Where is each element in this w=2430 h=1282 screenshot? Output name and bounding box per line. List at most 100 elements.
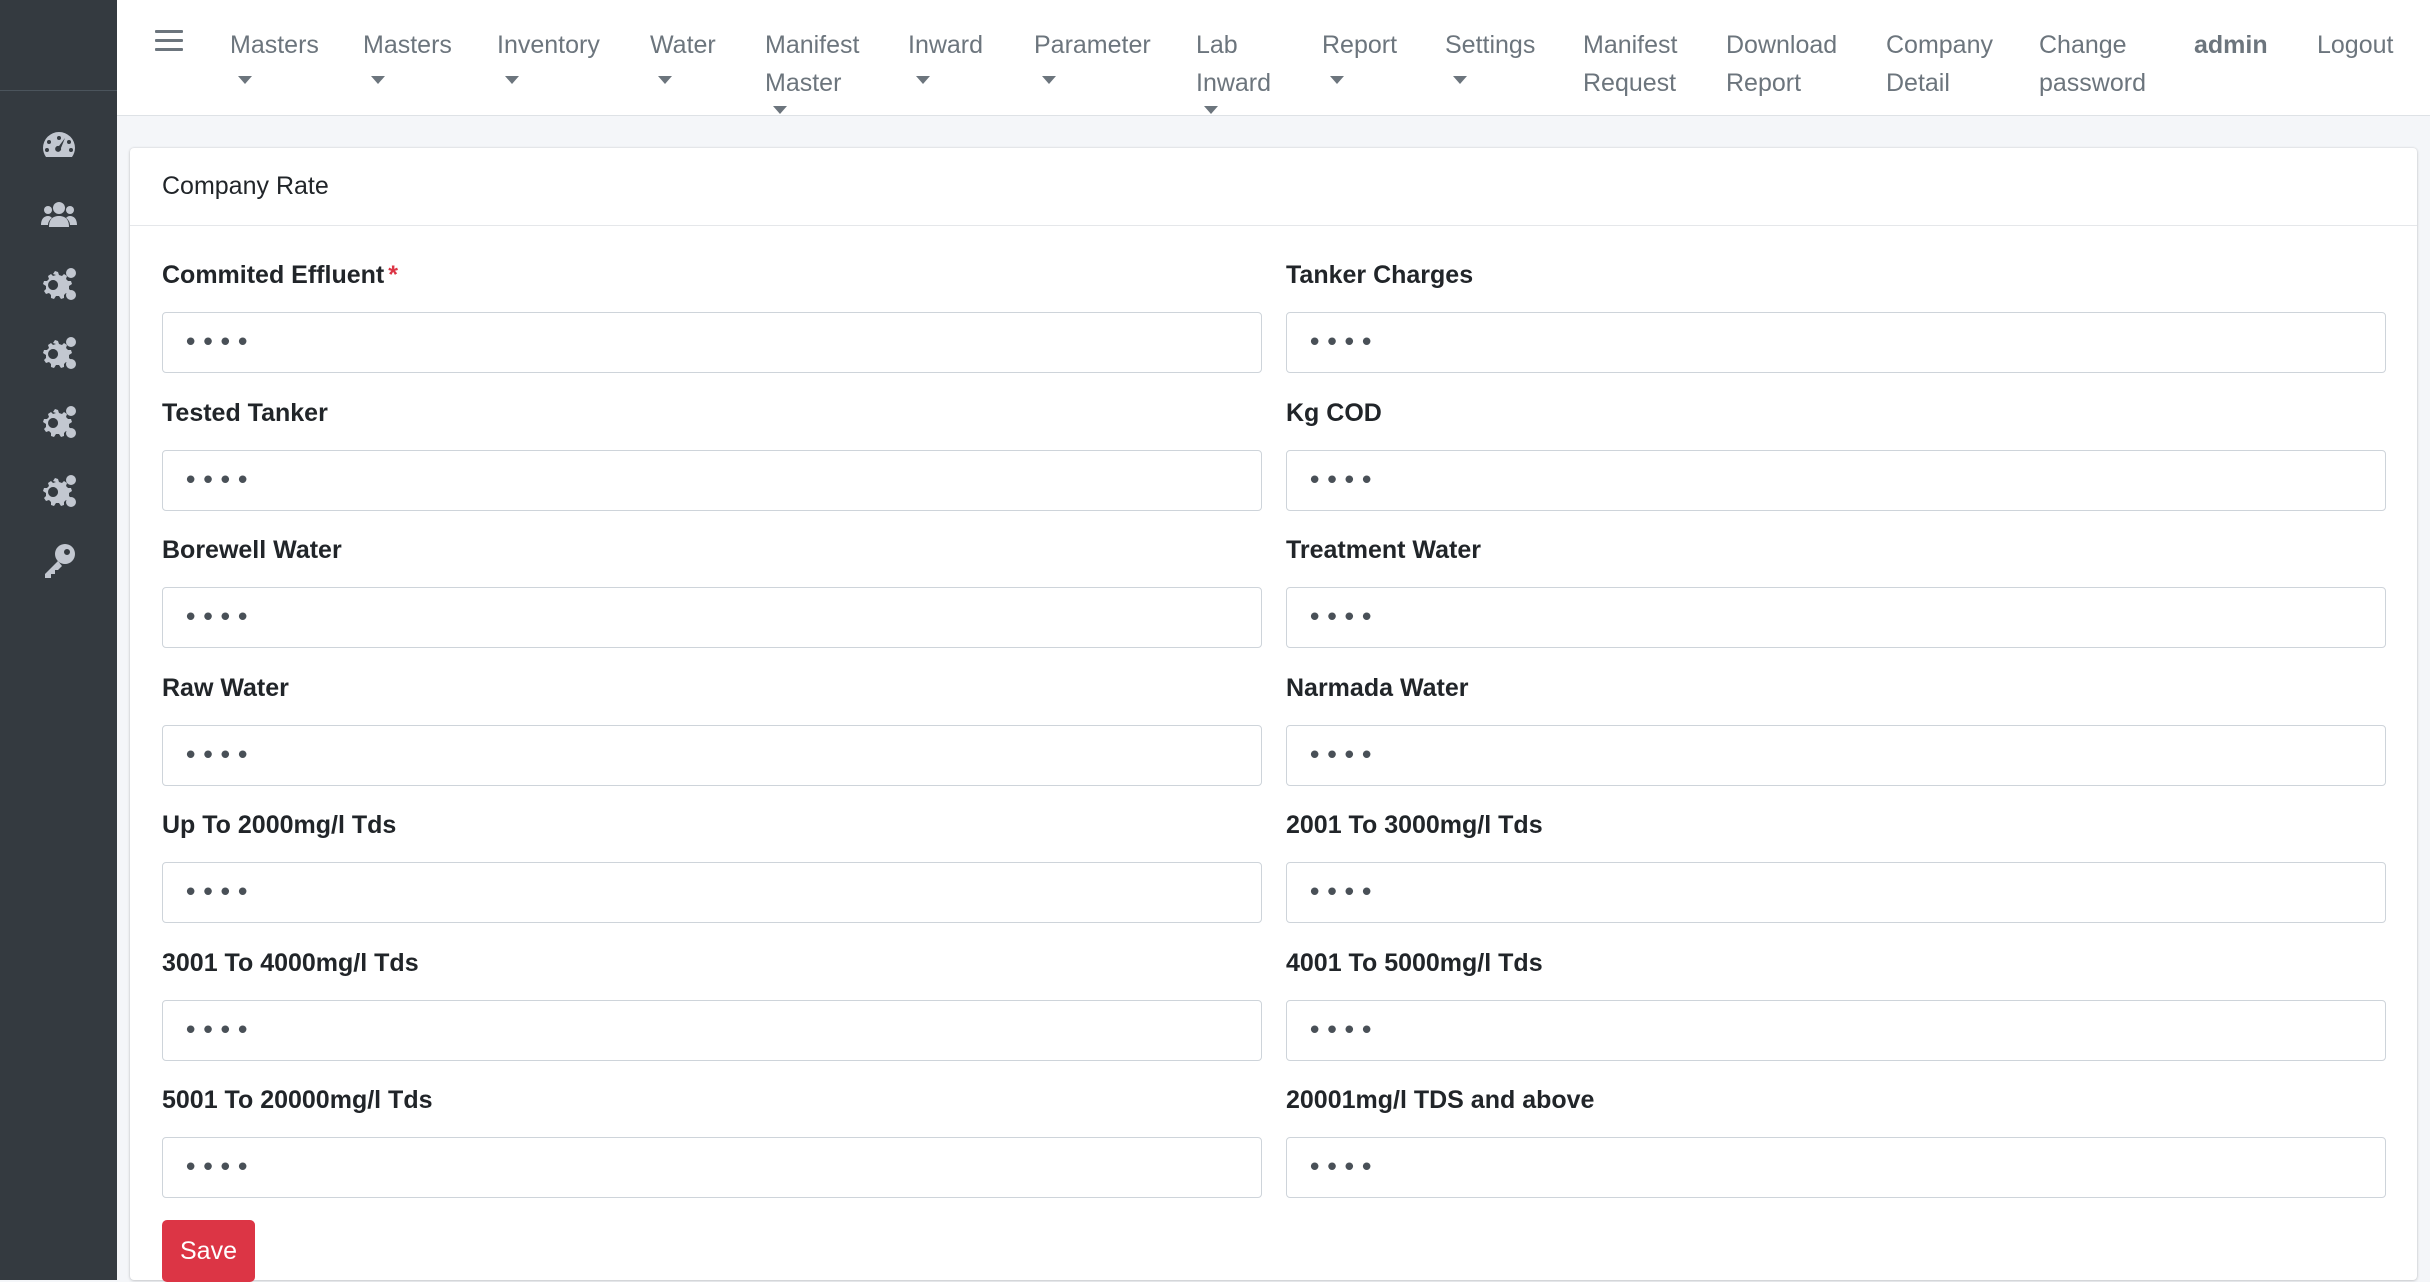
field-tds-3001-4000: 3001 To 4000mg/l Tds: [162, 946, 1262, 1061]
narmada-water-input[interactable]: [1286, 725, 2386, 786]
field-label: 3001 To 4000mg/l Tds: [162, 949, 419, 977]
field-label: 5001 To 20000mg/l Tds: [162, 1086, 433, 1114]
treatment-water-input[interactable]: [1286, 587, 2386, 648]
nav-parameter[interactable]: Parameter: [1034, 26, 1151, 84]
tds-3001-4000-input[interactable]: [162, 1000, 1262, 1061]
caret-down-icon: [1453, 76, 1467, 84]
nav-label: Manifest: [1583, 31, 1678, 59]
required-marker: *: [388, 261, 398, 289]
tds-4001-5000-input[interactable]: [1286, 1000, 2386, 1061]
sidebar-item-users[interactable]: [0, 180, 117, 249]
raw-water-input[interactable]: [162, 725, 1262, 786]
gears-icon: [42, 267, 76, 300]
nav-label: Report: [1322, 31, 1398, 59]
field-tds-2001-3000: 2001 To 3000mg/l Tds: [1286, 808, 2386, 923]
sidebar-item-settings-3[interactable]: [0, 387, 117, 456]
sidebar-item-settings-2[interactable]: [0, 318, 117, 387]
nav-masters-1[interactable]: Masters: [230, 26, 319, 84]
users-icon: [40, 201, 77, 227]
field-commited-effluent: Commited Effluent *: [162, 258, 1262, 373]
borewell-water-input[interactable]: [162, 587, 1262, 648]
field-kg-cod: Kg COD: [1286, 396, 2386, 511]
caret-down-icon: [1204, 106, 1218, 114]
nav-label: Change: [2039, 31, 2127, 59]
caret-down-icon: [916, 76, 930, 84]
field-label: Tested Tanker: [162, 399, 328, 427]
caret-down-icon: [1330, 76, 1344, 84]
card-title: Company Rate: [130, 148, 2417, 226]
field-tanker-charges: Tanker Charges: [1286, 258, 2386, 373]
nav-label: Masters: [230, 31, 319, 59]
field-tds-20001-above: 20001mg/l TDS and above: [1286, 1083, 2386, 1198]
caret-down-icon: [238, 76, 252, 84]
nav-label-line2: Detail: [1886, 69, 1950, 97]
field-label: Raw Water: [162, 674, 289, 702]
sidebar-item-settings-1[interactable]: [0, 249, 117, 318]
nav-label-line2: Master: [765, 69, 842, 97]
key-icon: [44, 543, 75, 578]
caret-down-icon: [505, 76, 519, 84]
nav-inward[interactable]: Inward: [908, 26, 983, 84]
field-label: Up To 2000mg/l Tds: [162, 811, 397, 839]
nav-label: Download: [1726, 31, 1838, 59]
nav-label: Logout: [2317, 31, 2394, 59]
nav-admin[interactable]: admin: [2194, 26, 2268, 64]
sidebar-item-dashboard[interactable]: [0, 111, 117, 180]
dashboard-icon: [42, 131, 75, 157]
nav-company-detail[interactable]: Company Detail: [1886, 26, 1993, 102]
field-treatment-water: Treatment Water: [1286, 533, 2386, 648]
field-tested-tanker: Tested Tanker: [162, 396, 1262, 511]
field-tds-upto-2000: Up To 2000mg/l Tds: [162, 808, 1262, 923]
field-label: 4001 To 5000mg/l Tds: [1286, 949, 1543, 977]
nav-logout[interactable]: Logout: [2317, 26, 2393, 64]
field-label: 20001mg/l TDS and above: [1286, 1086, 1595, 1114]
nav-manifest-master[interactable]: Manifest Master: [765, 26, 859, 114]
nav-label: Lab: [1196, 31, 1238, 59]
nav-label: Manifest: [765, 31, 860, 59]
field-tds-5001-20000: 5001 To 20000mg/l Tds: [162, 1083, 1262, 1198]
nav-change-password[interactable]: Change password: [2039, 26, 2146, 102]
tds-upto-2000-input[interactable]: [162, 862, 1262, 923]
menu-toggle-icon[interactable]: [155, 30, 183, 52]
nav-label: Parameter: [1034, 31, 1151, 59]
kg-cod-input[interactable]: [1286, 450, 2386, 511]
nav-report[interactable]: Report: [1322, 26, 1397, 84]
nav-label: Masters: [363, 31, 452, 59]
nav-label-line2: Report: [1726, 69, 1802, 97]
nav-label: Inventory: [497, 31, 600, 59]
nav-label: Inward: [908, 31, 984, 59]
field-label: Borewell Water: [162, 536, 342, 564]
nav-label: Company: [1886, 31, 1993, 59]
field-borewell-water: Borewell Water: [162, 533, 1262, 648]
tds-20001-above-input[interactable]: [1286, 1137, 2386, 1198]
nav-inventory[interactable]: Inventory: [497, 26, 600, 84]
field-label: Kg COD: [1286, 399, 1382, 427]
save-button[interactable]: Save: [162, 1220, 255, 1282]
nav-settings[interactable]: Settings: [1445, 26, 1535, 84]
tds-2001-3000-input[interactable]: [1286, 862, 2386, 923]
nav-label: admin: [2194, 31, 2268, 59]
nav-download-report[interactable]: Download Report: [1726, 26, 1837, 102]
nav-label-line2: Request: [1583, 69, 1677, 97]
company-rate-card: Company Rate Commited Effluent* Tanker C…: [130, 148, 2417, 1282]
nav-manifest-request[interactable]: Manifest Request: [1583, 26, 1677, 102]
nav-masters-2[interactable]: Masters: [363, 26, 452, 84]
sidebar-item-settings-4[interactable]: [0, 456, 117, 525]
caret-down-icon: [371, 76, 385, 84]
tanker-charges-input[interactable]: [1286, 312, 2386, 373]
tds-5001-20000-input[interactable]: [162, 1137, 1262, 1198]
tested-tanker-input[interactable]: [162, 450, 1262, 511]
caret-down-icon: [658, 76, 672, 84]
nav-lab-inward[interactable]: Lab Inward: [1196, 26, 1271, 114]
sidebar: [0, 0, 117, 1280]
sidebar-item-key[interactable]: [0, 525, 117, 594]
nav-label-line2: password: [2039, 69, 2146, 97]
top-navbar: Masters Masters Inventory Water Manifest…: [117, 0, 2430, 116]
commited-effluent-input[interactable]: [162, 312, 1262, 373]
gears-icon: [42, 474, 76, 507]
nav-water[interactable]: Water: [650, 26, 716, 84]
field-narmada-water: Narmada Water: [1286, 671, 2386, 786]
field-tds-4001-5000: 4001 To 5000mg/l Tds: [1286, 946, 2386, 1061]
field-label: Narmada Water: [1286, 674, 1469, 702]
field-raw-water: Raw Water: [162, 671, 1262, 786]
